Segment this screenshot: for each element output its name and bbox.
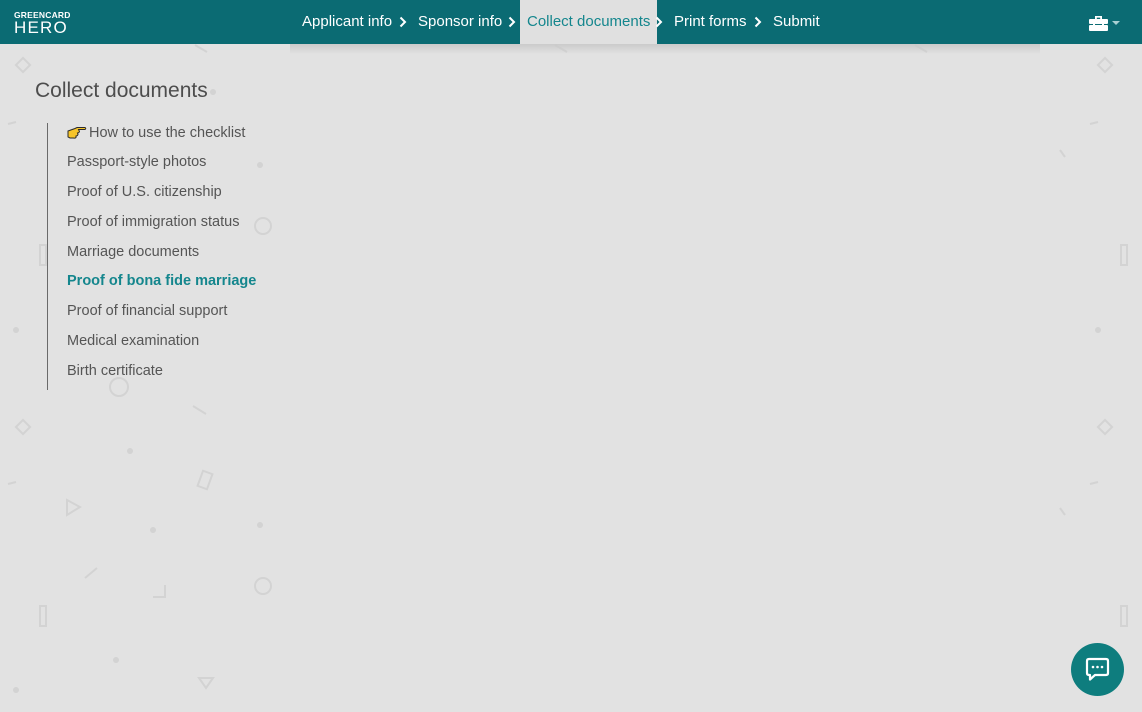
checklist-item-marriage-documents[interactable]: Marriage documents [67, 244, 199, 260]
pointing-hand-icon [67, 125, 87, 139]
step-sponsor-info[interactable]: Sponsor info [418, 0, 502, 44]
checklist-item-how-to-use[interactable]: How to use the checklist [67, 125, 245, 141]
top-navigation-bar: GREENCARD HERO Applicant info Sponsor in… [0, 0, 1142, 44]
checklist-item-passport-photos[interactable]: Passport-style photos [67, 154, 206, 170]
step-applicant-info[interactable]: Applicant info [302, 0, 392, 44]
step-collect-documents[interactable]: Collect documents [520, 0, 658, 44]
checklist-item-proof-of-citizenship[interactable]: Proof of U.S. citizenship [67, 184, 222, 200]
step-submit[interactable]: Submit [773, 0, 820, 44]
toolbox-menu-button[interactable] [1088, 13, 1122, 33]
page-title: Collect documents [35, 79, 208, 102]
document-checklist: How to use the checklist Passport-style … [47, 123, 278, 390]
chat-button[interactable] [1071, 643, 1124, 696]
header-shadow [290, 44, 1040, 54]
chevron-right-icon [399, 0, 407, 44]
step-print-forms[interactable]: Print forms [674, 0, 747, 44]
checklist-item-proof-of-immigration-status[interactable]: Proof of immigration status [67, 214, 239, 230]
toolbox-icon [1089, 16, 1120, 31]
chevron-right-icon [508, 0, 516, 44]
caret-down-icon [1112, 21, 1120, 25]
checklist-item-birth-certificate[interactable]: Birth certificate [67, 363, 163, 379]
checklist-item-proof-of-bona-fide-marriage[interactable]: Proof of bona fide marriage [67, 273, 256, 289]
progress-steps: Applicant info Sponsor info Collect docu… [0, 0, 1142, 44]
checklist-item-label: How to use the checklist [89, 125, 246, 141]
checklist-item-proof-of-financial-support[interactable]: Proof of financial support [67, 303, 227, 319]
chat-bubble-icon [1085, 657, 1110, 681]
chevron-right-icon [655, 0, 663, 44]
checklist-item-medical-examination[interactable]: Medical examination [67, 333, 199, 349]
chevron-right-icon [754, 0, 762, 44]
